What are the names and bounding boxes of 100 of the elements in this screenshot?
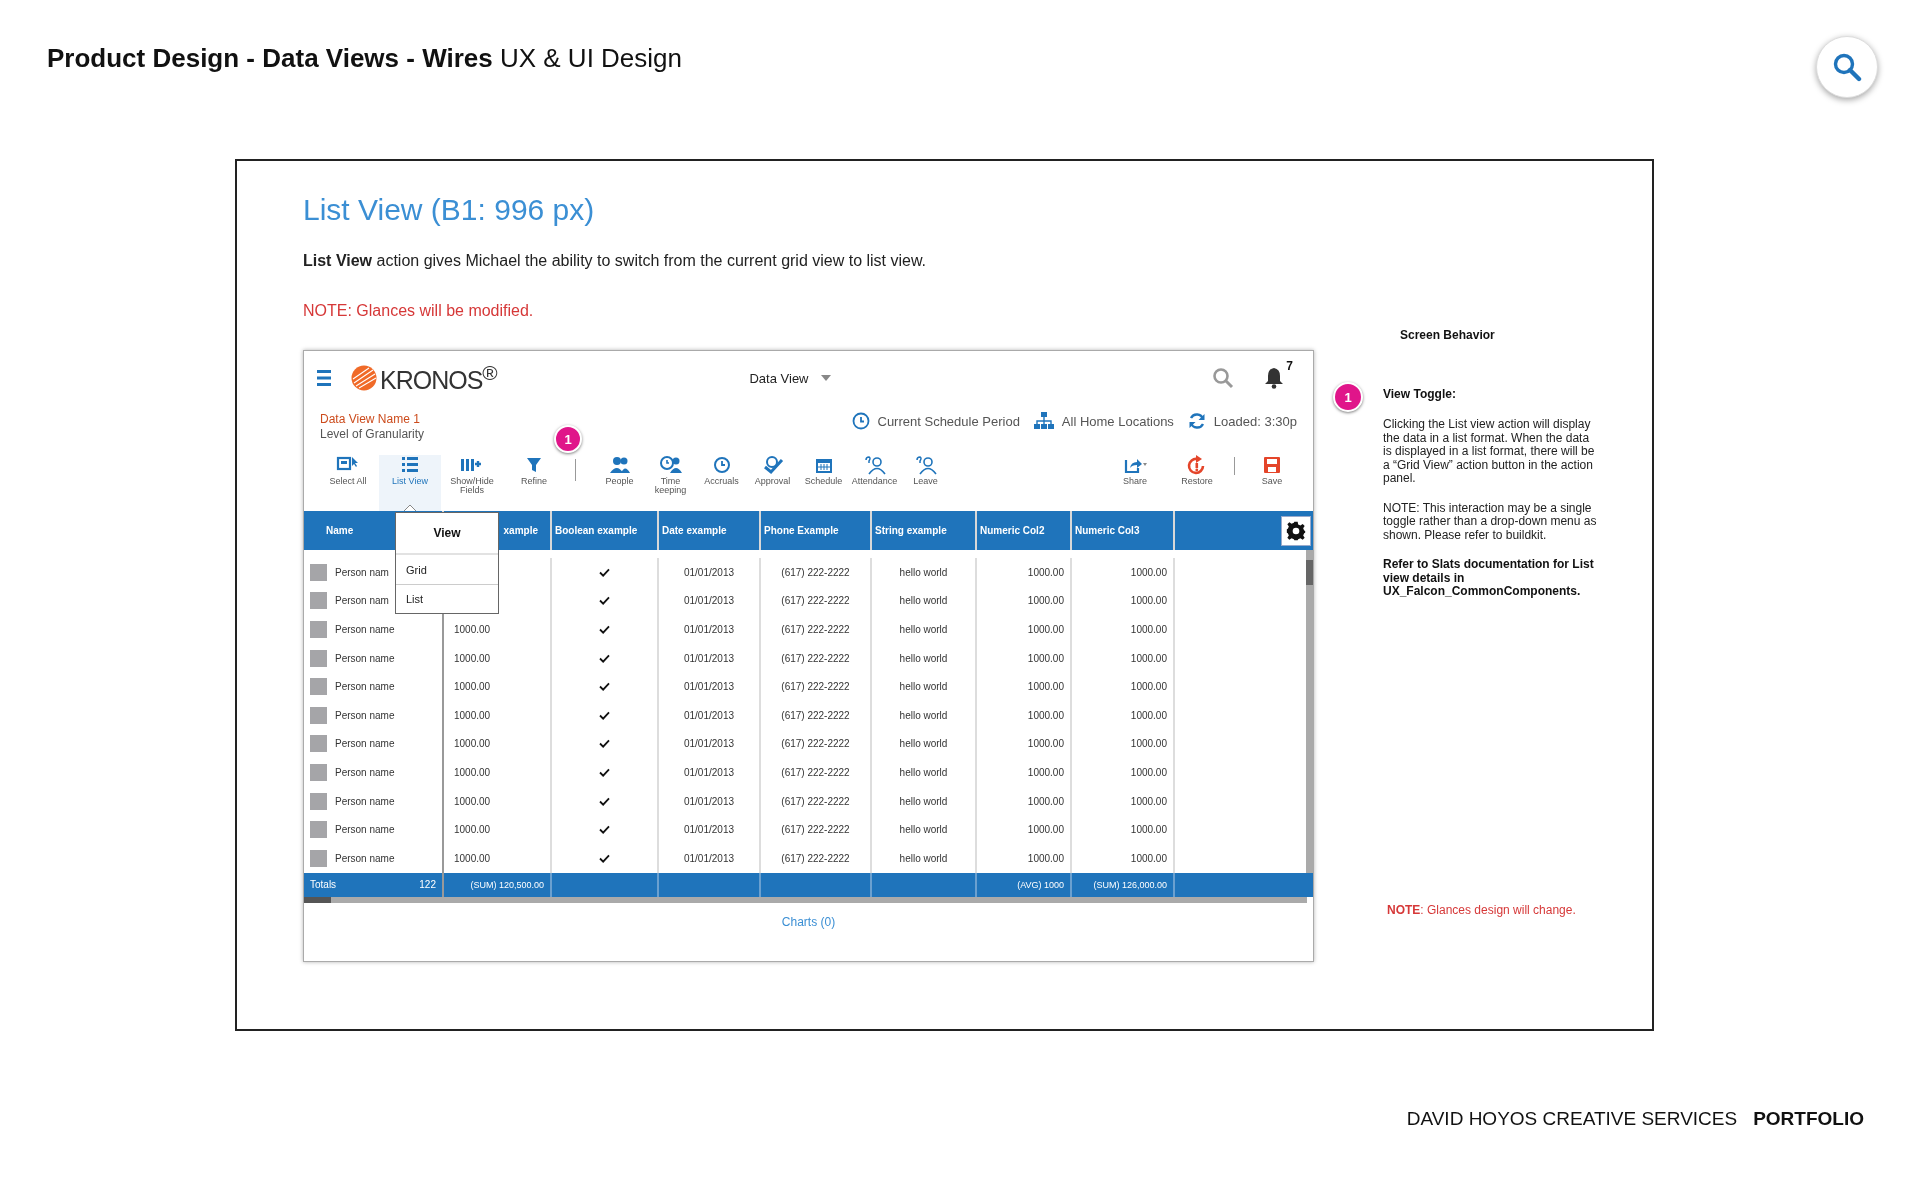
toolbar-button[interactable]: Share (1104, 455, 1166, 511)
person-name: Person nam (335, 566, 389, 578)
toolbar-button[interactable]: Select All (317, 455, 379, 511)
table-cell: 1000.00 (454, 766, 491, 778)
table-cell: 01/01/2013 (683, 681, 735, 693)
table-cell: 1000.00 (1027, 595, 1064, 607)
charts-link[interactable]: Charts (0) (781, 914, 836, 929)
table-cell: 1000.00 (1130, 852, 1167, 864)
table-cell: (617) 222-2222 (781, 738, 850, 750)
design-note: NOTE: Glances design will change. (1387, 903, 1576, 917)
data-view-name: Data View Name 1 (320, 412, 421, 427)
avatar-placeholder (310, 621, 327, 638)
toolbar-button[interactable]: Save (1241, 455, 1303, 511)
view-selector[interactable]: Data View (745, 368, 835, 388)
people-icon (607, 455, 632, 475)
totals-value: (AVG) 1000 (1017, 879, 1064, 890)
column-header: Phone Example (761, 511, 872, 550)
table-cell: 1000.00 (1027, 566, 1064, 578)
callout-badge: 1 (1333, 382, 1363, 412)
settings-button[interactable] (1281, 515, 1311, 546)
toolbar-button[interactable]: Accruals (696, 455, 747, 511)
clock-icon (851, 412, 870, 430)
clock-person-icon (658, 455, 683, 475)
person-name: Person name (335, 795, 395, 807)
reference-text: Refer to Slats documentation for List view details in UX_Falcon_CommonComponents. (1383, 558, 1595, 599)
behavior-heading: View Toggle: (1383, 386, 1457, 402)
toolbar-button[interactable]: List View (379, 455, 441, 511)
table-cell: 01/01/2013 (683, 852, 735, 864)
table-cell: hello world (899, 795, 948, 807)
avatar-placeholder (310, 649, 327, 667)
table-cell: 1000.00 (1027, 852, 1064, 864)
avatar-placeholder (310, 735, 327, 753)
toolbar-button[interactable]: Attendance (849, 455, 900, 511)
table-cell: 1000.00 (1130, 595, 1167, 607)
table-cell: (617) 222-2222 (781, 824, 850, 836)
table-cell: 1000.00 (454, 624, 491, 635)
table-cell: 1000.00 (1027, 766, 1064, 778)
filter-label: All Home Locations (1061, 413, 1174, 429)
toolbar-button[interactable]: Leave (900, 455, 951, 511)
slide-description: List View action gives Michael the ability to switch from the current grid view to list view. (303, 251, 928, 271)
refresh-icon[interactable] (1187, 412, 1206, 430)
table-cell: 1000.00 (1130, 738, 1167, 750)
person-name: Person name (335, 766, 395, 778)
toolbar-button[interactable]: Refine (503, 455, 565, 511)
search-button[interactable] (1816, 36, 1878, 98)
studio-name: DAVID HOYOS CREATIVE SERVICES (1406, 1108, 1738, 1130)
table-cell: 1000.00 (1027, 738, 1064, 750)
table-cell: (617) 222-2222 (781, 566, 850, 578)
table-cell: 01/01/2013 (683, 795, 735, 807)
table-cell: hello world (899, 595, 948, 607)
toolbar-button[interactable]: Approval (747, 455, 798, 511)
toolbar-button[interactable]: Time keeping (645, 455, 696, 511)
table-cell: 1000.00 (1027, 624, 1064, 635)
person-name: Person name (335, 624, 395, 635)
table-cell: 1000.00 (454, 738, 491, 750)
table-cell: 1000.00 (454, 681, 491, 693)
table-cell: 1000.00 (1130, 566, 1167, 578)
search-icon (1832, 52, 1862, 82)
table-cell: 1000.00 (1130, 681, 1167, 693)
table-cell: (617) 222-2222 (781, 624, 850, 635)
table-cell: (617) 222-2222 (781, 681, 850, 693)
bell-icon[interactable] (1264, 367, 1285, 389)
notification-count: 7 (1286, 359, 1293, 373)
person-name: Person name (335, 652, 395, 664)
table-cell: 1000.00 (454, 795, 491, 807)
table-cell: 1000.00 (1130, 709, 1167, 721)
table-cell: 1000.00 (454, 709, 491, 721)
person-name: Person name (335, 824, 395, 836)
granularity-label: Level of Granularity (320, 427, 425, 442)
person-name: Person name (335, 738, 395, 750)
table-cell: hello world (899, 852, 948, 864)
table-cell: (617) 222-2222 (781, 709, 850, 721)
behavior-text: Clicking the List view action will display the data in a list format. When the data is displayed in a list format, there will be a “Grid View” action button in the action panel. (1383, 418, 1596, 486)
table-cell: 1000.00 (1130, 652, 1167, 664)
table-cell: (617) 222-2222 (781, 595, 850, 607)
search-icon[interactable] (1212, 367, 1235, 389)
avatar-placeholder (310, 678, 327, 696)
table-cell: 1000.00 (1130, 624, 1167, 635)
person-question-icon (862, 455, 887, 475)
toolbar-button[interactable]: Schedule (798, 455, 849, 511)
avatar-placeholder (310, 563, 327, 581)
column-header: Boolean example (552, 511, 659, 550)
horizontal-scrollbar[interactable] (304, 896, 1307, 903)
vertical-scrollbar[interactable] (1306, 550, 1313, 873)
table-cell: hello world (899, 824, 948, 836)
person-name: Person nam (335, 595, 389, 607)
table-cell: 01/01/2013 (683, 624, 735, 635)
section-name: PORTFOLIO (1753, 1108, 1864, 1130)
toolbar-button[interactable]: People (594, 455, 645, 511)
table-cell: 1000.00 (454, 652, 491, 664)
toolbar-button[interactable]: Show/Hide Fields (441, 455, 503, 511)
menu-icon[interactable] (317, 370, 331, 386)
behavior-text: NOTE: This interaction may be a single toggle rather than a drop-down menu as shown. Please refer to buildkit. (1383, 501, 1598, 542)
table-cell: (617) 222-2222 (781, 766, 850, 778)
settings-icon (1286, 520, 1306, 541)
table-cell: 1000.00 (1027, 795, 1064, 807)
callout-badge: 1 (554, 425, 582, 453)
table-cell: (617) 222-2222 (781, 652, 850, 664)
table-cell: 1000.00 (1130, 766, 1167, 778)
toolbar-button[interactable]: Restore (1166, 455, 1228, 511)
